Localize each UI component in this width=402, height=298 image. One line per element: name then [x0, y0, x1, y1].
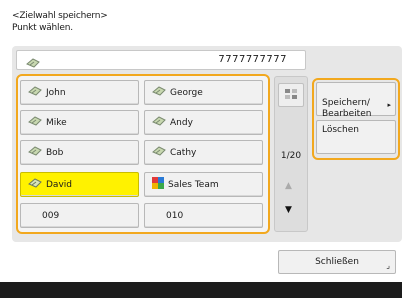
destination-label: David — [46, 179, 72, 190]
page-indicator: 1/20 — [280, 151, 302, 161]
sort-button[interactable] — [278, 83, 304, 107]
chevron-right-icon: ▸ — [387, 101, 391, 109]
destination-mike[interactable]: Mike — [20, 110, 139, 135]
destination-label: Bob — [46, 147, 64, 158]
fax-icon — [27, 177, 43, 192]
group-icon — [151, 176, 165, 193]
save-edit-button[interactable]: Speichern/ Bearbeiten ▸ — [316, 82, 396, 119]
destination-george[interactable]: George — [144, 80, 263, 105]
destination-010[interactable]: 010 — [144, 203, 263, 228]
delete-button[interactable]: Löschen — [316, 120, 396, 154]
fax-icon — [151, 85, 167, 100]
bottom-bar — [0, 282, 402, 298]
fax-icon — [151, 115, 167, 130]
number-field[interactable]: 7777777777 — [16, 50, 306, 70]
destination-label: John — [46, 87, 66, 98]
fax-icon — [27, 145, 43, 160]
header: <Zielwahl speichern> Punkt wählen. — [12, 10, 108, 34]
close-button[interactable]: Schließen ⌟ — [278, 250, 396, 274]
destination-label: George — [170, 87, 203, 98]
destination-label: Sales Team — [168, 179, 219, 190]
destination-label: Mike — [46, 117, 67, 128]
destination-john[interactable]: John — [20, 80, 139, 105]
destination-cathy[interactable]: Cathy — [144, 140, 263, 165]
save-edit-label: Speichern/ Bearbeiten — [322, 98, 372, 119]
destination-label: 010 — [166, 210, 184, 221]
page-title: <Zielwahl speichern> — [12, 11, 108, 21]
close-label: Schließen — [315, 257, 359, 267]
fax-icon — [151, 145, 167, 160]
destination-andy[interactable]: Andy — [144, 110, 263, 135]
sort-icon — [284, 86, 298, 105]
destination-label: Cathy — [170, 147, 197, 158]
fax-icon — [25, 54, 41, 73]
scroll-down-icon[interactable]: ▼ — [285, 205, 292, 215]
destination-label: 009 — [42, 210, 60, 221]
scroll-up-icon[interactable]: ▲ — [285, 181, 292, 191]
fax-icon — [27, 85, 43, 100]
destination-009[interactable]: 009 — [20, 203, 139, 228]
fax-icon — [27, 115, 43, 130]
destination-bob[interactable]: Bob — [20, 140, 139, 165]
instruction-text: Punkt wählen. — [12, 23, 73, 33]
delete-label: Löschen — [322, 125, 359, 135]
destination-david[interactable]: David — [20, 172, 139, 197]
destination-label: Andy — [170, 117, 193, 128]
return-corner-icon: ⌟ — [386, 261, 390, 270]
number-value: 7777777777 — [218, 54, 287, 65]
destination-sales-team[interactable]: Sales Team — [144, 172, 263, 197]
pager-column: 1/20 ▲ ▼ — [274, 76, 308, 232]
